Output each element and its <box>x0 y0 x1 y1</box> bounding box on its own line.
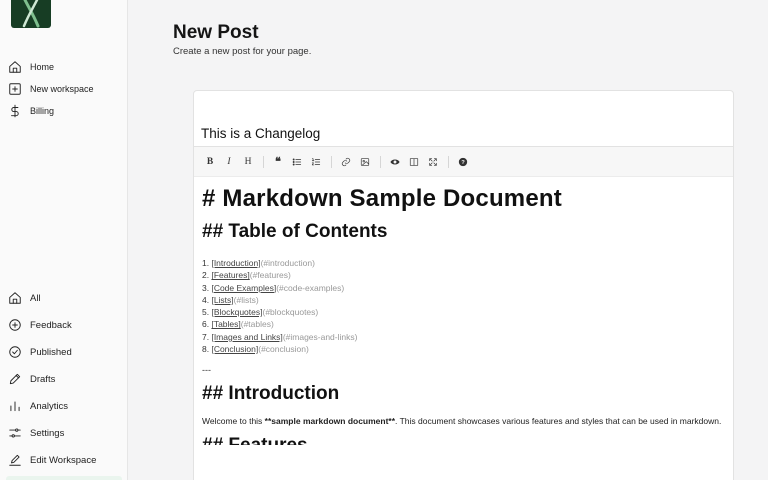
toolbar-divider <box>448 155 449 168</box>
toc-item: 5. [Blockquotes](#blockquotes) <box>202 306 727 318</box>
md-bold-text: **sample markdown document** <box>264 416 396 427</box>
sliders-icon <box>9 428 21 438</box>
sidebar-item-published[interactable]: Published <box>8 342 72 362</box>
toc-item: 7. [Images and Links](#images-and-links) <box>202 331 727 343</box>
toc-link-text: [Features] <box>211 270 250 281</box>
post-title-input[interactable] <box>194 91 733 147</box>
help-icon: ? <box>458 157 468 166</box>
bold-button[interactable]: B <box>202 153 218 171</box>
toc-item: 3. [Code Examples](#code-examples) <box>202 282 727 294</box>
unordered-list-button[interactable] <box>289 153 305 171</box>
preview-button[interactable] <box>387 153 403 171</box>
toolbar-divider <box>263 155 264 168</box>
md-h2-line: ## Table of Contents <box>202 221 388 242</box>
sidebar-item-label: Analytics <box>30 400 69 412</box>
page-subtitle: Create a new post for your page. <box>173 46 312 57</box>
toolbar-divider <box>331 155 332 168</box>
home-icon <box>9 61 21 73</box>
sidebar-item-analytics[interactable]: Analytics <box>8 396 68 416</box>
markdown-editor-content[interactable]: # Markdown Sample Document ## Table of C… <box>202 185 727 445</box>
quote-button[interactable]: ❝ <box>270 153 286 171</box>
editor-toolbar: B I H ❝ ? <box>194 147 733 177</box>
sidebar-item-label: Settings <box>30 427 65 439</box>
toc-link-text: [Images and Links] <box>211 331 283 342</box>
toc-item: 1. [Introduction](#introduction) <box>202 257 727 269</box>
toc-link-text: [Introduction] <box>211 258 261 268</box>
sidebar-item-label: Home <box>30 62 55 72</box>
heading-button[interactable]: H <box>240 153 256 171</box>
image-button[interactable] <box>357 153 373 171</box>
italic-button[interactable]: I <box>221 153 237 171</box>
sidebar-item-all[interactable]: All <box>8 288 41 308</box>
toc-item: 4. [Lists](#lists) <box>202 294 727 306</box>
fullscreen-button[interactable] <box>425 153 441 171</box>
sidebar-item-home[interactable]: Home <box>8 57 54 77</box>
sidebar-item-feedback[interactable]: Feedback <box>8 315 72 335</box>
workspace-logo[interactable] <box>11 0 51 28</box>
toc-anchor-text: (#introduction) <box>260 258 315 268</box>
sidebar-item-billing[interactable]: Billing <box>8 101 54 121</box>
eye-icon <box>390 159 400 164</box>
md-toc-list: 1. [Introduction](#introduction) 2. [Feat… <box>202 257 727 355</box>
toc-link-text: [Lists] <box>211 294 234 305</box>
toc-link-text: [Conclusion] <box>211 344 259 355</box>
guide-button[interactable]: ? <box>455 153 471 171</box>
toc-item: 6. [Tables](#tables) <box>202 318 727 330</box>
dollar-icon <box>11 104 19 118</box>
toolbar-divider <box>380 155 381 168</box>
sidebar-item-new-workspace[interactable]: New workspace <box>8 79 94 99</box>
pen-icon <box>9 373 21 385</box>
active-item-highlight <box>6 476 122 480</box>
sidebar-item-label: Published <box>30 346 72 358</box>
toc-anchor-text: (#images-and-links) <box>282 331 358 342</box>
sidebar-item-label: Edit Workspace <box>30 454 97 466</box>
columns-icon <box>409 157 419 166</box>
fullscreen-icon <box>429 157 437 166</box>
sidebar-item-settings[interactable]: Settings <box>8 423 64 443</box>
list-icon <box>292 158 302 165</box>
home-icon <box>9 292 21 304</box>
sidebar-item-drafts[interactable]: Drafts <box>8 369 55 389</box>
md-text: Welcome to this <box>202 416 265 427</box>
ordered-list-icon <box>311 157 321 165</box>
sidebar-item-label: Billing <box>30 106 55 116</box>
sidebar-item-label: Drafts <box>30 373 56 385</box>
md-h2-line: ## Features <box>202 435 727 445</box>
bar-chart-icon <box>10 401 20 412</box>
plus-circle-icon <box>9 319 21 331</box>
md-paragraph: Welcome to this **sample markdown docume… <box>202 415 727 428</box>
page-title: New Post <box>173 22 259 43</box>
edit-icon <box>9 454 21 466</box>
toc-anchor-text: (#lists) <box>233 294 259 305</box>
check-circle-icon <box>9 346 21 358</box>
md-h1-line: # Markdown Sample Document <box>202 185 562 212</box>
toc-link-text: [Tables] <box>211 319 241 330</box>
sidebar-item-edit-workspace[interactable]: Edit Workspace <box>8 450 96 470</box>
toc-link-text: [Blockquotes] <box>211 307 263 318</box>
toc-link-text: [Code Examples] <box>211 282 277 293</box>
toc-item: 8. [Conclusion](#conclusion) <box>202 343 727 355</box>
link-button[interactable] <box>338 153 354 171</box>
md-hr-line: --- <box>202 365 211 376</box>
sidebar-item-label: New workspace <box>30 84 94 94</box>
toc-anchor-text: (#code-examples) <box>276 282 345 293</box>
sidebar: Home New workspace Billing All Feedback … <box>0 0 128 480</box>
toc-item: 2. [Features](#features) <box>202 269 727 281</box>
sidebar-item-label: All <box>30 292 41 304</box>
md-text: . This document showcases various featur… <box>395 416 722 427</box>
toc-anchor-text: (#conclusion) <box>258 344 309 355</box>
svg-text:?: ? <box>461 160 465 166</box>
ordered-list-button[interactable] <box>308 153 324 171</box>
plus-square-icon <box>9 83 21 95</box>
post-editor-card: B I H ❝ ? # Markdown S <box>193 90 734 480</box>
link-icon <box>341 157 351 166</box>
toc-anchor-text: (#features) <box>249 270 291 281</box>
toc-anchor-text: (#tables) <box>240 319 274 330</box>
sidebar-item-label: Feedback <box>30 319 72 331</box>
toc-anchor-text: (#blockquotes) <box>262 307 319 318</box>
side-by-side-button[interactable] <box>406 153 422 171</box>
image-icon <box>360 157 370 166</box>
md-h2-line: ## Introduction <box>202 383 340 405</box>
